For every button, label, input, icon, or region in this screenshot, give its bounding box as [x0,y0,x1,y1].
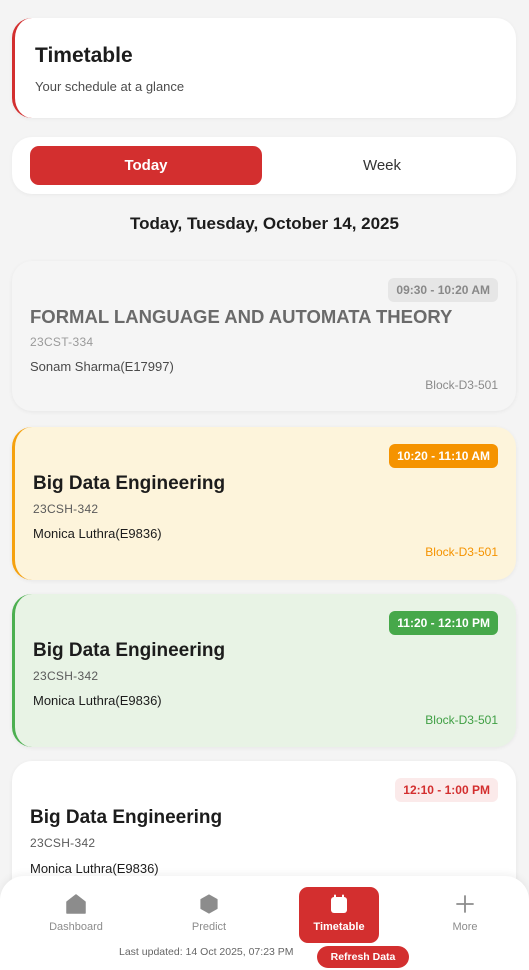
hexagon-icon [198,893,220,915]
course-code: 23CSH-342 [33,502,99,516]
plus-icon [454,893,476,915]
calendar-icon [328,893,350,915]
class-card[interactable]: 11:20 - 12:10 PM Big Data Engineering 23… [12,594,516,747]
subject-name: Big Data Engineering [33,473,226,494]
time-badge: 09:30 - 10:20 AM [388,278,498,302]
nav-label: More [452,921,478,933]
header-card: Timetable Your schedule at a glance [12,18,516,118]
nav-more[interactable]: More [425,887,505,943]
time-badge: 12:10 - 1:00 PM [395,778,498,802]
subject-name: Big Data Engineering [30,807,223,828]
course-code: 23CSH-342 [30,836,96,850]
home-icon [65,893,87,915]
teacher-name: Monica Luthra(E9836) [33,526,162,541]
nav-timetable[interactable]: Timetable [299,887,379,943]
subject-name: FORMAL LANGUAGE AND AUTOMATA THEORY [30,306,453,327]
course-code: 23CST-334 [30,335,94,349]
room-location: Block-D3-501 [425,713,498,727]
teacher-name: Monica Luthra(E9836) [33,693,162,708]
tab-week[interactable]: Week [266,146,498,185]
date-heading: Today, Tuesday, October 14, 2025 [130,214,399,233]
class-card[interactable]: 10:20 - 11:10 AM Big Data Engineering 23… [12,427,516,580]
course-code: 23CSH-342 [33,669,99,683]
teacher-name: Sonam Sharma(E17997) [30,359,174,374]
view-toggle: Today Week [12,137,516,194]
time-badge: 10:20 - 11:10 AM [389,444,498,468]
nav-predict[interactable]: Predict [169,887,249,943]
teacher-name: Monica Luthra(E9836) [30,861,159,876]
subject-name: Big Data Engineering [33,640,226,661]
class-card[interactable]: 09:30 - 10:20 AM FORMAL LANGUAGE AND AUT… [12,261,516,411]
last-updated-text: Last updated: 14 Oct 2025, 07:23 PM [119,946,294,958]
page-subtitle: Your schedule at a glance [35,79,185,94]
nav-label: Timetable [313,921,365,933]
nav-label: Dashboard [49,921,103,933]
room-location: Block-D3-501 [425,545,498,559]
refresh-data-button[interactable]: Refresh Data [317,946,409,968]
nav-dashboard[interactable]: Dashboard [36,887,116,943]
page-title: Timetable [35,44,133,67]
time-badge: 11:20 - 12:10 PM [389,611,498,635]
nav-label: Predict [191,921,227,933]
room-location: Block-D3-501 [425,378,498,392]
tab-today[interactable]: Today [30,146,262,185]
bottom-nav: Dashboard Predict Timetable More Last up… [0,876,529,970]
